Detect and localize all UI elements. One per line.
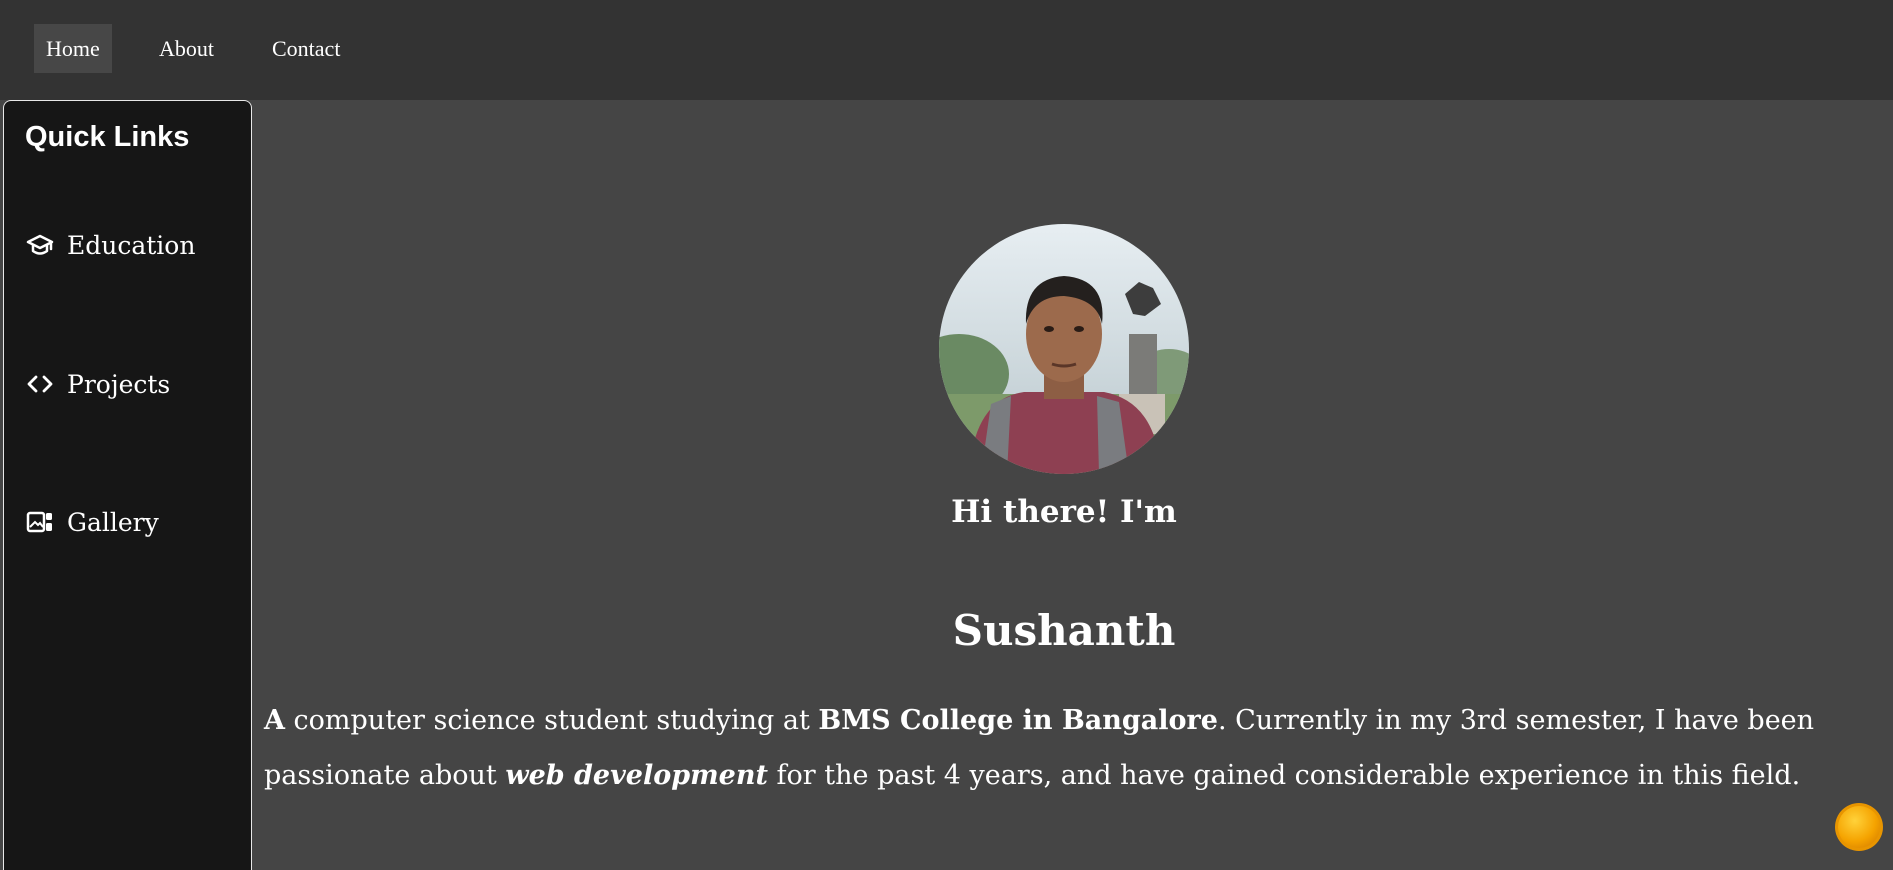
bio-college: BMS College in Bangalore <box>818 705 1218 736</box>
hero-bio: A computer science student studying at B… <box>264 693 1874 803</box>
bio-emphasis: web development <box>505 760 768 791</box>
graduation-cap-icon <box>25 230 55 260</box>
bio-text: for the past 4 years, and have gained co… <box>767 760 1801 791</box>
quick-links-sidebar: Quick Links Education Projects Gallery <box>3 100 252 870</box>
sidebar-item-gallery[interactable]: Gallery <box>25 504 159 540</box>
nav-contact-link[interactable]: Contact <box>260 24 352 73</box>
code-icon <box>25 369 55 399</box>
top-nav-bar: Home About Contact <box>0 0 1893 100</box>
gallery-icon <box>25 507 55 537</box>
sidebar-item-label: Education <box>67 230 196 260</box>
sidebar-item-projects[interactable]: Projects <box>25 366 170 402</box>
sidebar-title: Quick Links <box>25 121 190 153</box>
theme-toggle-button[interactable] <box>1834 802 1884 852</box>
bio-text: computer science student studying at <box>284 705 819 736</box>
hero-name: Sushanth <box>952 606 1176 655</box>
nav-about-link[interactable]: About <box>147 24 226 73</box>
profile-avatar <box>939 224 1189 474</box>
hero-greeting: Hi there! I'm <box>951 494 1177 530</box>
sidebar-item-label: Gallery <box>67 507 159 537</box>
sidebar-item-label: Projects <box>67 369 171 399</box>
sun-icon <box>1835 803 1883 851</box>
sidebar-item-education[interactable]: Education <box>25 227 195 263</box>
nav-home-link[interactable]: Home <box>34 24 112 73</box>
bio-lead: A <box>264 705 285 736</box>
